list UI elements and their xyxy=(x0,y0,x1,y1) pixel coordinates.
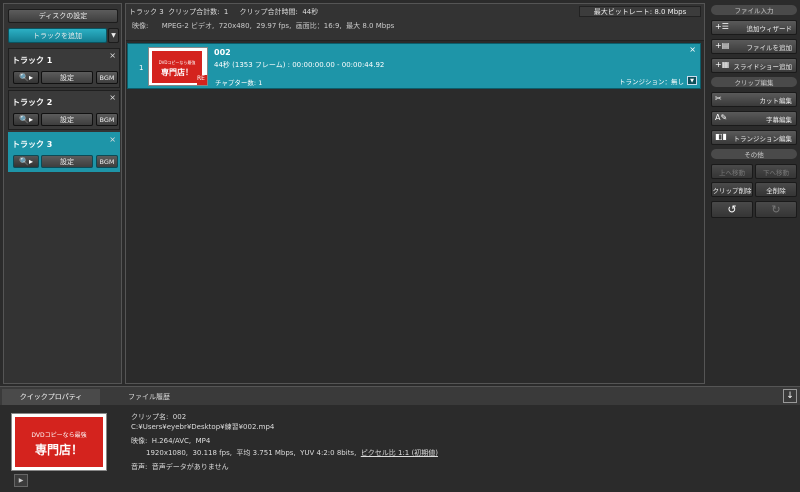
close-icon[interactable]: × xyxy=(109,51,116,60)
close-icon[interactable]: × xyxy=(109,93,116,102)
scissors-icon: ✂ xyxy=(715,94,722,103)
prop-video-codec: 映像: H.264/AVC, MP4 xyxy=(131,437,211,445)
add-track-dropdown-icon[interactable]: ▼ xyxy=(108,28,119,43)
track-bgm-button[interactable]: BGM xyxy=(96,155,118,168)
properties-thumbnail: DVDコピーなら最強 専門店！ xyxy=(11,413,107,471)
track-bgm-button[interactable]: BGM xyxy=(96,113,118,126)
preview-icon[interactable]: 🔍▸ xyxy=(13,71,39,84)
clip-item[interactable]: 1 DVDコピーなら最強 専門店！ RE 002 44秒 (1353 フレーム)… xyxy=(127,43,701,89)
track-name: トラック 3 xyxy=(12,140,53,149)
track-summary: トラック 3 クリップ合計数: 1 クリップ合計時間: 44秒 xyxy=(129,8,319,16)
clip-thumbnail: DVDコピーなら最強 専門店！ RE xyxy=(148,47,208,86)
subtitle-edit-label: 字幕編集 xyxy=(766,115,792,124)
track-item-1[interactable]: トラック 1 × 🔍▸ 設定 BGM xyxy=(8,48,120,88)
clip-duration: 44秒 (1353 フレーム) : 00:00:00.00 - 00:00:44… xyxy=(214,61,385,69)
prop-file-path: C:¥Users¥eyebr¥Desktop¥練習¥002.mp4 xyxy=(131,423,275,431)
subtitle-edit-button[interactable]: A✎ 字幕編集 xyxy=(711,111,797,126)
prop-clip-name: クリップ名: 002 xyxy=(131,413,187,421)
video-label: 映像: xyxy=(132,22,149,30)
transition-edit-button[interactable]: ◧▮ トランジション編集 xyxy=(711,130,797,145)
max-bitrate-button[interactable]: 最大ビットレート: 8.0 Mbps xyxy=(579,6,701,17)
transition-dropdown-icon[interactable]: ▼ xyxy=(687,76,697,85)
thumbnail-badge: RE xyxy=(197,75,207,85)
track-settings-button[interactable]: 設定 xyxy=(41,113,93,126)
add-file-icon: +▤ xyxy=(715,41,730,50)
transition-icon: ◧▮ xyxy=(715,132,727,141)
section-file-input: ファイル入力 xyxy=(711,5,797,15)
subtitle-pen-icon: A✎ xyxy=(715,113,728,122)
add-list-icon: +☰ xyxy=(715,22,729,31)
preview-icon[interactable]: 🔍▸ xyxy=(13,155,39,168)
track-name: トラック 1 xyxy=(12,56,53,65)
action-panel: ファイル入力 +☰ 追加ウィザード +▤ ファイルを追加 +▦ スライドショー追加 ク… xyxy=(709,3,799,219)
track-settings-button[interactable]: 設定 xyxy=(41,155,93,168)
section-other: その他 xyxy=(711,149,797,159)
delete-all-button[interactable]: 全削除 xyxy=(755,182,797,197)
thumbnail-title: 専門店！ xyxy=(161,68,193,77)
transition-edit-label: トランジション編集 xyxy=(733,134,793,143)
track-item-2[interactable]: トラック 2 × 🔍▸ 設定 BGM xyxy=(8,90,120,130)
undo-icon[interactable]: ↺ xyxy=(711,201,753,218)
clip-name: 002 xyxy=(214,48,231,57)
clip-transition: トランジション：無し xyxy=(619,78,684,86)
tab-file-history[interactable]: ファイル履歴 xyxy=(100,389,198,405)
add-slideshow-icon: +▦ xyxy=(715,60,730,69)
video-format-text: MPEG-2 ビデオ, 720x480, 29.97 fps, 画面比：16:9… xyxy=(161,22,395,30)
preview-icon[interactable]: 🔍▸ xyxy=(13,113,39,126)
video-format-info: 映像: MPEG-2 ビデオ, 720x480, 29.97 fps, 画面比：… xyxy=(132,21,394,31)
tab-quick-properties[interactable]: クイックプロパティ xyxy=(2,389,100,405)
prop-video-specs: 1920x1080, 30.118 fps, 平均 3.751 Mbps, YU… xyxy=(146,449,361,457)
add-slideshow-label: スライドショー追加 xyxy=(733,62,793,71)
add-slideshow-button[interactable]: +▦ スライドショー追加 xyxy=(711,58,797,73)
clip-list-panel: トラック 3 クリップ合計数: 1 クリップ合計時間: 44秒 最大ビットレート… xyxy=(125,3,705,384)
prop-video-details: 1920x1080, 30.118 fps, 平均 3.751 Mbps, YU… xyxy=(146,448,438,458)
prop-audio: 音声: 音声データがありません xyxy=(131,463,229,471)
import-wizard-button[interactable]: +☰ 追加ウィザード xyxy=(711,20,797,35)
thumbnail-title: 専門店！ xyxy=(34,443,83,457)
add-track-button[interactable]: トラックを追加 xyxy=(8,28,107,43)
close-icon[interactable]: × xyxy=(109,135,116,144)
track-panel: ディスクの設定 トラックを追加 ▼ トラック 1 × 🔍▸ 設定 BGM トラッ… xyxy=(3,3,122,384)
import-wizard-label: 追加ウィザード xyxy=(746,24,793,33)
add-file-button[interactable]: +▤ ファイルを追加 xyxy=(711,39,797,54)
pixel-ratio-link[interactable]: ピクセル比 1:1 (初期値) xyxy=(361,449,438,457)
track-name: トラック 2 xyxy=(12,98,53,107)
cut-edit-label: カット編集 xyxy=(759,96,793,105)
add-file-label: ファイルを追加 xyxy=(746,43,793,52)
close-icon[interactable]: × xyxy=(689,45,696,54)
play-icon[interactable]: ▶ xyxy=(14,474,28,487)
track-settings-button[interactable]: 設定 xyxy=(41,71,93,84)
download-icon[interactable]: ↓ xyxy=(783,389,797,403)
disc-settings-button[interactable]: ディスクの設定 xyxy=(8,9,118,23)
properties-panel: クイックプロパティ ファイル履歴 ↓ DVDコピーなら最強 専門店！ ▶ クリッ… xyxy=(0,386,800,492)
section-clip-edit: クリップ編集 xyxy=(711,77,797,87)
track-item-3[interactable]: トラック 3 × 🔍▸ 設定 BGM xyxy=(8,132,120,172)
properties-tabbar: クイックプロパティ ファイル履歴 ↓ xyxy=(0,387,800,405)
clip-chapters: チャプター数: 1 xyxy=(215,79,263,87)
move-up-button[interactable]: 上へ移動 xyxy=(711,164,753,179)
clip-index: 1 xyxy=(139,64,144,72)
thumbnail-text: DVDコピーなら最強 xyxy=(158,60,196,65)
track-bgm-button[interactable]: BGM xyxy=(96,71,118,84)
thumbnail-text: DVDコピーなら最強 xyxy=(31,432,87,439)
track-info-bar: トラック 3 クリップ合計数: 1 クリップ合計時間: 44秒 最大ビットレート… xyxy=(126,4,704,41)
delete-clip-button[interactable]: クリップ削除 xyxy=(711,182,753,197)
redo-icon[interactable]: ↻ xyxy=(755,201,797,218)
move-down-button[interactable]: 下へ移動 xyxy=(755,164,797,179)
cut-edit-button[interactable]: ✂ カット編集 xyxy=(711,92,797,107)
